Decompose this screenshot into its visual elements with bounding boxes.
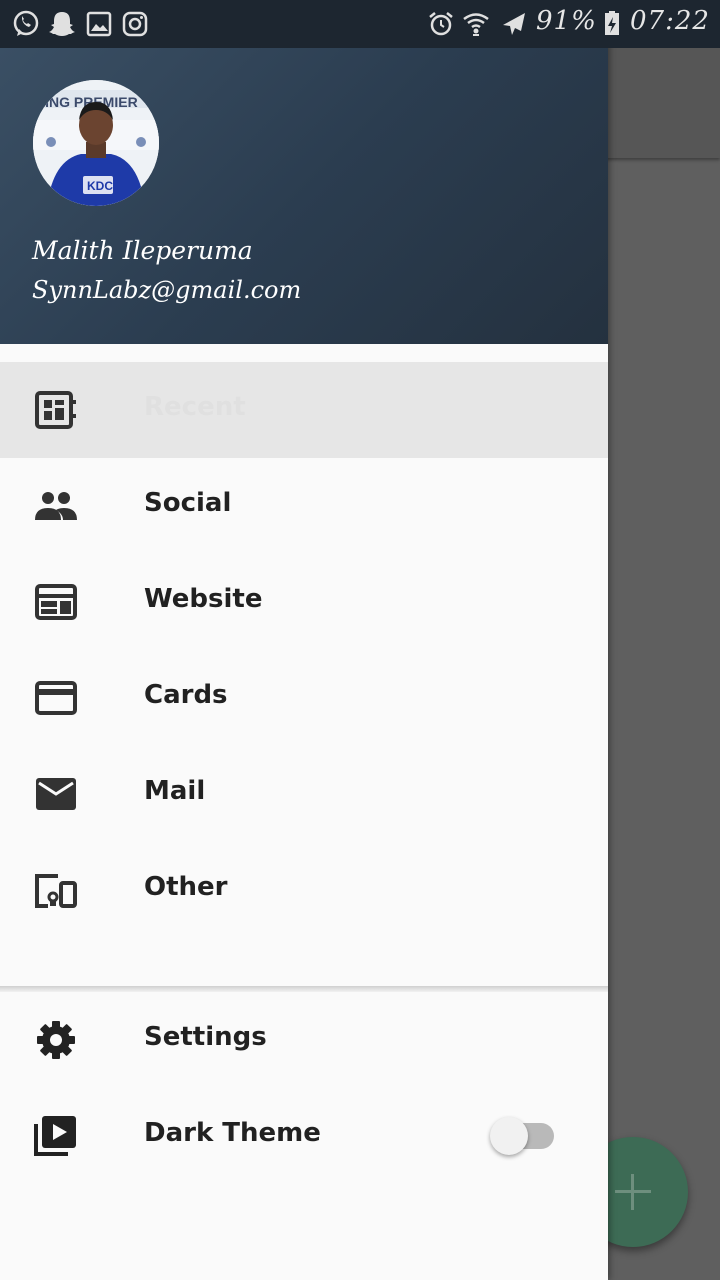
battery-percentage: 91% xyxy=(536,6,597,36)
airplane-mode-icon xyxy=(503,13,525,35)
menu-item-cards[interactable]: Cards xyxy=(0,650,608,746)
menu-item-other[interactable]: Other xyxy=(0,842,608,938)
menu-label-dark-theme: Dark Theme xyxy=(144,1118,321,1148)
dashboard-icon xyxy=(35,391,76,429)
wifi-icon xyxy=(463,13,489,36)
navigation-drawer: RING PREMIER KDC Malith Ileperuma SynnLa… xyxy=(0,0,608,1280)
menu-item-recent[interactable]: Recent xyxy=(0,362,608,458)
gear-icon xyxy=(37,1021,75,1059)
user-email: SynnLabz@gmail.com xyxy=(32,276,302,304)
status-clock: 07:22 xyxy=(630,6,710,36)
avatar[interactable]: RING PREMIER KDC xyxy=(33,80,159,206)
whatsapp-icon xyxy=(13,10,39,36)
profile-photo: RING PREMIER KDC xyxy=(33,80,159,206)
menu-item-dark-theme[interactable]: Dark Theme xyxy=(0,1088,608,1184)
web-icon xyxy=(35,584,77,620)
battery-charging-icon xyxy=(605,11,619,35)
menu-label-website: Website xyxy=(144,584,263,614)
menu-label-social: Social xyxy=(144,488,232,518)
menu-label-mail: Mail xyxy=(144,776,206,806)
plus-icon xyxy=(615,1174,651,1210)
menu-item-mail[interactable]: Mail xyxy=(0,746,608,842)
alarm-icon xyxy=(429,12,453,36)
video-library-icon xyxy=(34,1116,76,1156)
drawer-header: RING PREMIER KDC Malith Ileperuma SynnLa… xyxy=(0,48,608,344)
menu-label-recent: Recent xyxy=(144,392,246,422)
menu-item-settings[interactable]: Settings xyxy=(0,992,608,1088)
status-bar: 91% 07:22 xyxy=(0,0,720,48)
menu-label-settings: Settings xyxy=(144,1022,267,1052)
dark-theme-toggle[interactable] xyxy=(488,1116,558,1156)
user-name: Malith Ileperuma xyxy=(32,236,253,265)
svg-text:KDC: KDC xyxy=(87,179,113,193)
devices-icon xyxy=(35,874,77,908)
menu-label-cards: Cards xyxy=(144,680,228,710)
instagram-icon xyxy=(122,11,148,37)
credit-card-icon xyxy=(35,681,77,715)
menu-item-social[interactable]: Social xyxy=(0,458,608,554)
menu-label-other: Other xyxy=(144,872,228,902)
toggle-thumb xyxy=(490,1117,528,1155)
menu-item-website[interactable]: Website xyxy=(0,554,608,650)
gallery-icon xyxy=(86,11,112,37)
mail-icon xyxy=(36,778,76,810)
people-icon xyxy=(35,492,77,520)
snapchat-icon xyxy=(49,12,75,36)
